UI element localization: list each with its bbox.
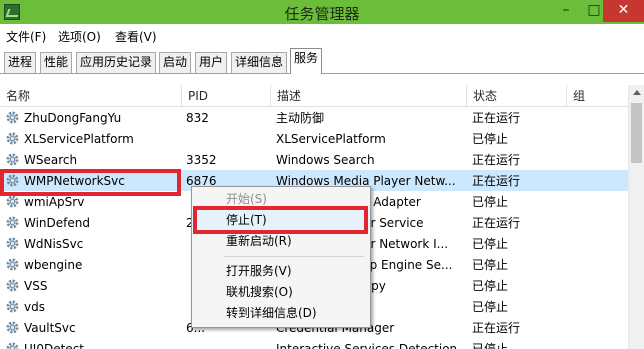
- tab-services[interactable]: 服务: [290, 48, 323, 74]
- gear-icon: [6, 111, 19, 124]
- menu-item-go-to-details[interactable]: 转到详细信息(D): [192, 303, 370, 324]
- tab-app-history[interactable]: 应用历史记录: [76, 52, 157, 73]
- service-name: wbengine: [24, 258, 83, 272]
- service-name: ZhuDongFangYu: [24, 111, 122, 125]
- title-bar[interactable]: 任务管理器 – □ ✕: [0, 0, 644, 24]
- service-status: 已停止: [472, 279, 509, 293]
- menu-item-open-services[interactable]: 打开服务(V): [192, 261, 370, 282]
- service-status: 正在运行: [472, 153, 521, 167]
- service-status: 正在运行: [472, 111, 521, 125]
- menu-file[interactable]: 文件(F): [6, 28, 46, 45]
- gear-icon: [6, 300, 19, 313]
- service-name: VaultSvc: [24, 321, 76, 335]
- service-pid: [186, 130, 266, 148]
- gear-icon: [6, 237, 19, 250]
- service-status: 已停止: [472, 258, 509, 272]
- service-status: 正在运行: [472, 174, 521, 188]
- tab-details[interactable]: 详细信息: [231, 52, 288, 73]
- menu-item-search-online[interactable]: 联机搜索(O): [192, 282, 370, 303]
- gear-icon: [6, 195, 19, 208]
- menu-item-restart[interactable]: 重新启动(R): [192, 231, 370, 252]
- gear-icon: [6, 279, 19, 292]
- gear-icon: [6, 258, 19, 271]
- column-header-status[interactable]: 状态: [467, 87, 497, 105]
- service-status: 已停止: [472, 342, 509, 349]
- close-button[interactable]: ✕: [603, 0, 644, 22]
- menu-bar: 文件(F) 选项(O) 查看(V): [0, 24, 644, 46]
- column-header-name[interactable]: 名称: [0, 87, 30, 105]
- service-status: 已停止: [472, 195, 509, 209]
- service-name: WdNisSvc: [24, 237, 84, 251]
- service-status: 已停止: [472, 132, 509, 146]
- column-header-pid[interactable]: PID: [182, 87, 208, 105]
- service-name: WinDefend: [24, 216, 90, 230]
- tab-performance[interactable]: 性能: [40, 52, 73, 73]
- gear-icon: [6, 321, 19, 334]
- scroll-up-arrow-icon[interactable]: [633, 90, 641, 95]
- service-pid: 832: [186, 111, 209, 125]
- annotation-highlight: [0, 169, 181, 196]
- gear-icon: [6, 216, 19, 229]
- window-title: 任务管理器: [284, 5, 360, 23]
- service-name: XLServicePlatform: [24, 132, 134, 146]
- tab-users[interactable]: 用户: [195, 52, 228, 73]
- scroll-thumb[interactable]: [631, 103, 642, 163]
- gear-icon: [6, 153, 19, 166]
- table-row[interactable]: UI0Detect Interactive Services Detection…: [0, 338, 628, 349]
- service-name: vds: [24, 300, 45, 314]
- table-row[interactable]: WSearch 3352 Windows Search 正在运行: [0, 149, 628, 170]
- menu-options[interactable]: 选项(O): [58, 28, 101, 45]
- minimize-button[interactable]: –: [552, 0, 580, 22]
- menu-separator: [224, 256, 364, 257]
- gear-icon: [6, 342, 19, 349]
- service-pid: [186, 340, 266, 349]
- service-status: 已停止: [472, 237, 509, 251]
- table-row[interactable]: XLServicePlatform XLServicePlatform 已停止: [0, 128, 628, 149]
- column-header-group[interactable]: 组: [567, 87, 585, 105]
- service-description: Windows Search: [276, 153, 375, 167]
- service-name: WSearch: [24, 153, 78, 167]
- tab-startup[interactable]: 启动: [159, 52, 192, 73]
- service-status: 正在运行: [472, 321, 521, 335]
- table-row[interactable]: ZhuDongFangYu 832 主动防御 正在运行: [0, 107, 628, 128]
- gear-icon: [6, 132, 19, 145]
- column-header-description[interactable]: 描述: [271, 87, 301, 105]
- service-description: Interactive Services Detection: [276, 342, 458, 349]
- service-name: UI0Detect: [24, 342, 84, 349]
- tab-strip: 进程 性能 应用历史记录 启动 用户 详细信息 服务: [0, 46, 644, 74]
- service-status: 正在运行: [472, 216, 521, 230]
- vertical-scrollbar[interactable]: [628, 85, 644, 349]
- service-pid: 3352: [186, 153, 217, 167]
- service-status: 已停止: [472, 300, 509, 314]
- menu-view[interactable]: 查看(V): [115, 28, 157, 45]
- service-description: 主动防御: [276, 111, 325, 125]
- tab-processes[interactable]: 进程: [4, 52, 37, 73]
- service-description: XLServicePlatform: [276, 132, 386, 146]
- annotation-highlight: [193, 206, 368, 234]
- table-header: 名称 PID 描述 状态 组: [0, 85, 628, 107]
- service-name: VSS: [24, 279, 48, 293]
